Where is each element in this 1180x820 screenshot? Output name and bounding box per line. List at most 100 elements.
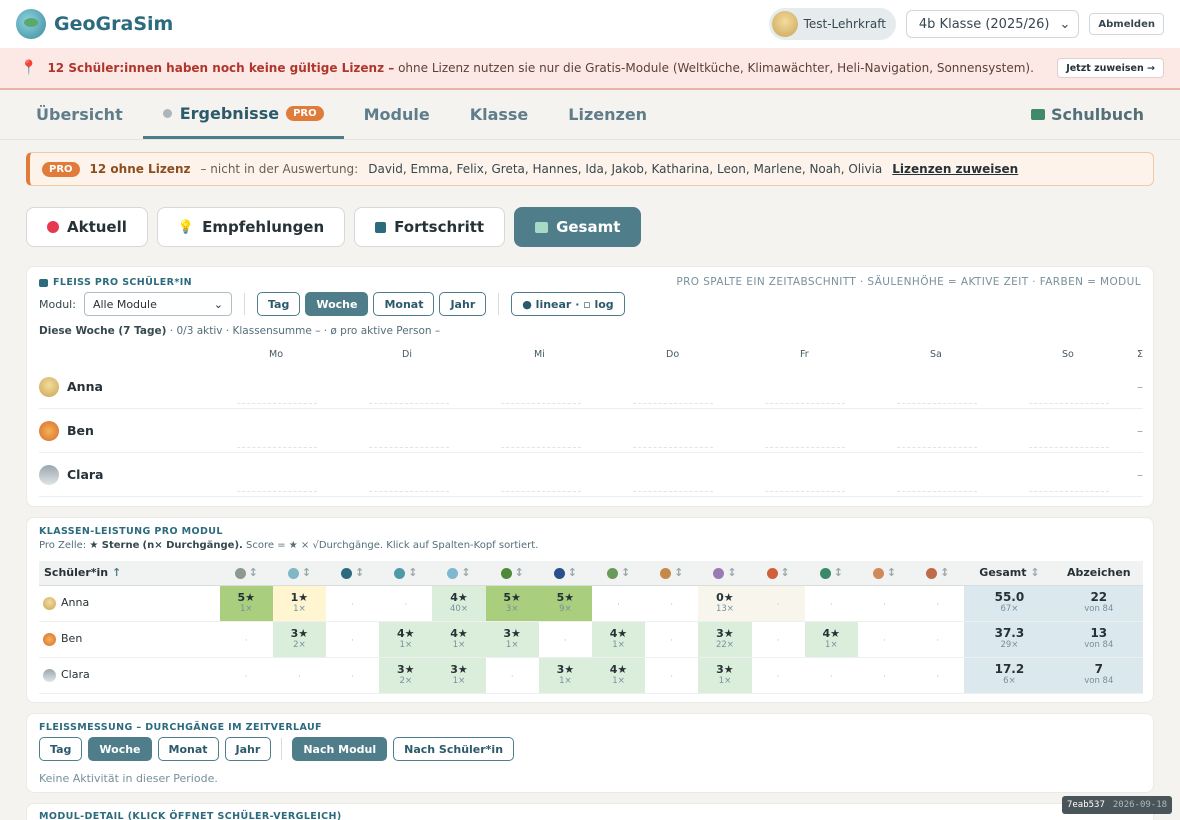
module-icon	[766, 567, 778, 579]
avatar	[43, 632, 56, 646]
period-week-button[interactable]: Woche	[88, 737, 152, 761]
score-cell[interactable]: 4★ 1×	[591, 621, 646, 658]
period-day-button[interactable]: Tag	[256, 292, 301, 316]
score-cell[interactable]: ·	[538, 621, 592, 658]
score-cell[interactable]: ·	[645, 585, 699, 622]
module-select[interactable]: Alle Module ⌄	[83, 292, 232, 316]
col-header-module[interactable]: ↕	[272, 561, 327, 586]
score-cell[interactable]: ·	[751, 621, 805, 658]
card-title: FLEISS PRO SCHÜLER*IN	[53, 277, 192, 288]
score-cell[interactable]: ·	[272, 657, 327, 694]
score-cell[interactable]: 5★ 1×	[219, 585, 273, 622]
col-header-module[interactable]: ↕	[645, 561, 699, 586]
col-header-module[interactable]: ↕	[911, 561, 965, 586]
col-header-student[interactable]: Schüler*in ↑	[39, 561, 220, 586]
tab-class[interactable]: Klasse	[450, 90, 549, 139]
table-row[interactable]: Ben · 3★ 2× · 4★ 1× 4★ 1× 3★ 1× · 4★ 1× · 3★ 22× · 4★ 1× · · 3…	[39, 621, 1143, 658]
period-month-button[interactable]: Monat	[157, 737, 219, 761]
avatar	[43, 668, 56, 682]
score-cell[interactable]: 4★ 1×	[804, 621, 858, 658]
score-cell[interactable]: ·	[645, 657, 699, 694]
tab-licenses[interactable]: Lizenzen	[548, 90, 667, 139]
table-row[interactable]: Clara · · · 3★ 2× 3★ 1× · 3★ 1× 4★ 1× · 3★ 1× · · · · 17.2 6×…	[39, 657, 1143, 694]
table-row[interactable]: Anna 5★ 1× 1★ 1× · · 4★ 40× 5★ 3× 5★ 9× · · 0★ 13× · · · · 55…	[39, 585, 1143, 622]
score-cell[interactable]: 1★ 1×	[272, 585, 327, 622]
by-module-button[interactable]: Nach Modul	[292, 737, 388, 761]
tab-schoolbook[interactable]: Schulbuch	[1011, 90, 1164, 139]
student-row[interactable]: Clara –	[39, 453, 1143, 497]
score-cell[interactable]: 0★ 13×	[698, 585, 752, 622]
period-week-button[interactable]: Woche	[305, 292, 369, 316]
tab-overview[interactable]: Übersicht	[16, 90, 143, 139]
score-cell[interactable]: 5★ 9×	[538, 585, 592, 622]
score-cell[interactable]: ·	[485, 657, 539, 694]
tab-results[interactable]: Ergebnisse PRO	[142, 90, 344, 139]
col-header-total[interactable]: Gesamt ↕	[964, 561, 1055, 586]
period-month-button[interactable]: Monat	[373, 292, 435, 316]
logout-button[interactable]: Abmelden	[1089, 13, 1164, 35]
score-cell[interactable]: 3★ 2×	[379, 657, 433, 694]
score-cell[interactable]: ·	[751, 657, 805, 694]
assign-licenses-link[interactable]: Lizenzen zuweisen	[892, 162, 1018, 176]
app-logo[interactable]: GeoGraSim	[16, 9, 173, 39]
col-header-badges[interactable]: Abzeichen	[1054, 561, 1143, 586]
score-cell[interactable]: ·	[804, 657, 858, 694]
scale-toggle[interactable]: ● linear · ▫ log	[511, 292, 625, 316]
score-cell[interactable]: ·	[857, 585, 912, 622]
score-cell[interactable]: ·	[219, 621, 273, 658]
score-cell[interactable]: 4★ 1×	[591, 657, 646, 694]
assign-now-button[interactable]: Jetzt zuweisen →	[1057, 58, 1164, 78]
score-cell[interactable]: 5★ 3×	[485, 585, 539, 622]
score-cell[interactable]: 4★ 1×	[432, 621, 486, 658]
score-cell[interactable]: ·	[326, 585, 380, 622]
score-cell[interactable]: ·	[326, 657, 380, 694]
score-cell[interactable]: ·	[379, 585, 433, 622]
score-cell[interactable]: ·	[911, 621, 965, 658]
view-current-button[interactable]: Aktuell	[26, 207, 148, 247]
view-progress-button[interactable]: Fortschritt	[354, 207, 506, 247]
col-header-module[interactable]: ↕	[326, 561, 380, 586]
score-cell[interactable]: 3★ 1×	[432, 657, 486, 694]
score-cell[interactable]: 3★ 22×	[698, 621, 752, 658]
score-cell[interactable]: ·	[857, 657, 912, 694]
by-student-button[interactable]: Nach Schüler*in	[393, 737, 515, 761]
student-row[interactable]: Ben –	[39, 409, 1143, 453]
sort-icon: ↕	[727, 566, 737, 580]
score-cell[interactable]: 3★ 1×	[538, 657, 592, 694]
col-header-module[interactable]: ↕	[804, 561, 858, 586]
col-header-module[interactable]: ↕	[751, 561, 805, 586]
score-cell[interactable]: ·	[219, 657, 273, 694]
student-row[interactable]: Anna –	[39, 365, 1143, 409]
col-header-module[interactable]: ↕	[485, 561, 539, 586]
score-cell[interactable]: ·	[911, 657, 965, 694]
col-header-module[interactable]: ↕	[219, 561, 273, 586]
class-select[interactable]: 4b Klasse (2025/26) ⌄	[905, 10, 1080, 38]
score-cell[interactable]: 3★ 1×	[698, 657, 752, 694]
period-day-button[interactable]: Tag	[39, 737, 83, 761]
open-book-icon	[535, 221, 549, 233]
col-header-module[interactable]: ↕	[698, 561, 752, 586]
col-header-module[interactable]: ↕	[538, 561, 592, 586]
col-header-module[interactable]: ↕	[857, 561, 912, 586]
view-recommendations-button[interactable]: 💡 Empfehlungen	[156, 207, 346, 247]
score-cell[interactable]: 4★ 1×	[379, 621, 433, 658]
module-icon	[926, 567, 938, 579]
score-cell[interactable]: ·	[911, 585, 965, 622]
score-cell[interactable]: 3★ 1×	[485, 621, 539, 658]
tab-modules[interactable]: Module	[344, 90, 450, 139]
score-cell[interactable]: ·	[326, 621, 380, 658]
score-cell[interactable]: ·	[857, 621, 912, 658]
col-header-module[interactable]: ↕	[379, 561, 433, 586]
score-cell[interactable]: ·	[591, 585, 646, 622]
teacher-chip[interactable]: Test-Lehrkraft	[768, 8, 896, 40]
col-header-module[interactable]: ↕	[432, 561, 486, 586]
score-cell[interactable]: ·	[645, 621, 699, 658]
score-cell[interactable]: ·	[804, 585, 858, 622]
view-total-button[interactable]: Gesamt	[514, 207, 642, 247]
col-header-module[interactable]: ↕	[591, 561, 646, 586]
period-year-button[interactable]: Jahr	[439, 292, 487, 316]
score-cell[interactable]: 3★ 2×	[272, 621, 327, 658]
score-cell[interactable]: ·	[751, 585, 805, 622]
period-year-button[interactable]: Jahr	[224, 737, 272, 761]
score-cell[interactable]: 4★ 40×	[432, 585, 486, 622]
